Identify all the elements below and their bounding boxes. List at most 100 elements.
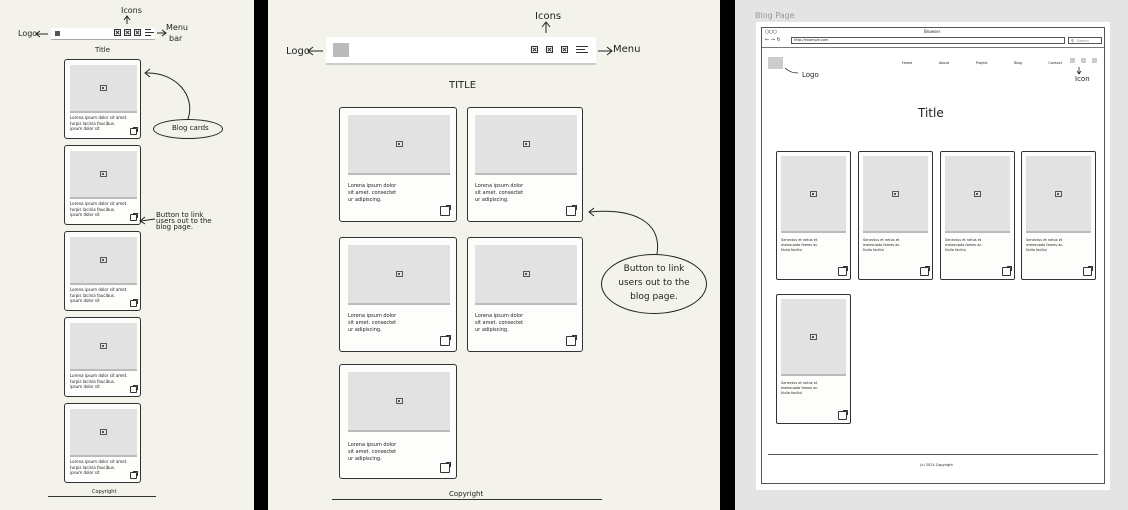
nav-item-blog[interactable]: Blog	[1014, 61, 1022, 65]
image-icon	[395, 271, 403, 277]
blog-card[interactable]: Lorena ipsum dolor sit amet. turpis laci…	[64, 145, 141, 225]
hamburger-menu-icon[interactable]	[576, 46, 588, 53]
page-title: TITLE	[449, 80, 477, 91]
image-icon	[100, 429, 107, 435]
blog-card[interactable]: Lorena ipsum dolor sit amet. turpis laci…	[64, 403, 141, 483]
card-text: Lorena ipsum dolor sit amet. consectet u…	[475, 183, 524, 203]
blog-card[interactable]: Lorena ipsum dolor sit amet. consectet u…	[467, 107, 583, 222]
search-icon: ⚲	[1071, 38, 1074, 43]
logo-placeholder[interactable]	[333, 43, 349, 57]
box-icon[interactable]	[124, 29, 131, 36]
external-link-icon[interactable]	[440, 335, 451, 346]
blog-card[interactable]: Lorena ipsum dolor sit amet. consectet u…	[467, 237, 583, 352]
image-placeholder	[1026, 156, 1091, 233]
blog-card[interactable]: Senectus et netus et malesuada fames ac.…	[1021, 151, 1096, 280]
box-icon[interactable]	[561, 46, 568, 53]
external-link-icon[interactable]	[130, 127, 138, 135]
copyright-text: Copyright	[92, 489, 117, 495]
card-text: Senectus et netus et malesuada fames ac.…	[781, 238, 819, 252]
hamburger-menu-icon[interactable]	[145, 29, 154, 36]
nav-item-project[interactable]: Project	[976, 61, 988, 65]
external-link-icon[interactable]	[130, 471, 138, 479]
external-link-icon[interactable]	[130, 299, 138, 307]
nav-arrows[interactable]: ← → ↻	[765, 37, 781, 43]
logo-placeholder[interactable]	[768, 57, 783, 69]
logo-annotation: Logo	[802, 71, 819, 79]
footer-divider	[768, 454, 1098, 455]
page-title: Title	[918, 106, 944, 120]
blog-card[interactable]: Lorena ipsum dolor sit amet. turpis laci…	[64, 59, 141, 139]
image-placeholder	[945, 156, 1010, 233]
nav-item-contact[interactable]: Contact	[1048, 61, 1062, 65]
tablet-header-bar	[326, 37, 596, 65]
external-link-icon[interactable]	[566, 205, 577, 216]
image-icon	[810, 333, 817, 340]
box-icon[interactable]	[546, 46, 553, 53]
frame-caption: Blog Page	[755, 11, 795, 20]
image-icon	[522, 271, 530, 277]
external-link-icon[interactable]	[130, 385, 138, 393]
image-placeholder	[70, 65, 137, 113]
blog-card[interactable]: Senectus et netus et malesuada fames ac.…	[940, 151, 1015, 280]
blog-cards-annotation: Blog cards	[172, 124, 209, 132]
browser-chrome: ○○○ Browser ← → ↻ http://example.com ⚲ S…	[762, 28, 1104, 48]
nav-item-home[interactable]: Home	[902, 61, 912, 65]
image-placeholder	[781, 299, 846, 376]
blog-card[interactable]: Senectus et netus et malesuada fames ac.…	[858, 151, 933, 280]
card-text: Lorena ipsum dolor sit amet. turpis laci…	[70, 115, 128, 131]
card-text: Senectus et netus et malesuada fames ac.…	[781, 381, 819, 395]
image-icon	[395, 398, 403, 404]
logo-annotation: Logo	[286, 46, 310, 57]
mobile-header-bar	[51, 28, 155, 40]
logo-placeholder[interactable]	[55, 31, 60, 36]
window-controls[interactable]: ○○○	[765, 29, 777, 35]
square-icon[interactable]	[1070, 58, 1075, 63]
search-placeholder: Search	[1077, 39, 1090, 43]
image-placeholder	[348, 372, 450, 432]
search-box[interactable]: ⚲ Search	[1068, 37, 1102, 44]
box-icon[interactable]	[531, 46, 538, 53]
external-link-icon[interactable]	[440, 205, 451, 216]
external-link-icon[interactable]	[838, 266, 848, 276]
menu-annotation: Menu	[166, 23, 188, 32]
external-link-icon[interactable]	[1083, 266, 1093, 276]
menu-bar-annotation: bar	[169, 34, 183, 43]
image-placeholder	[475, 115, 577, 175]
image-icon	[1055, 190, 1062, 197]
blog-card[interactable]: Lorena ipsum dolor sit amet. turpis laci…	[64, 231, 141, 311]
external-link-icon[interactable]	[920, 266, 930, 276]
card-text: Senectus et netus et malesuada fames ac.…	[1026, 238, 1064, 252]
blog-card[interactable]: Lorena ipsum dolor sit amet. consectet u…	[339, 107, 457, 222]
footer-divider	[48, 496, 156, 497]
image-placeholder	[475, 245, 577, 305]
card-text: Senectus et netus et malesuada fames ac.…	[863, 238, 901, 252]
icon-annotation: Icon	[1075, 75, 1090, 83]
external-link-icon[interactable]	[1002, 266, 1012, 276]
image-placeholder	[70, 323, 137, 371]
copyright-text: (c) 2024 Copyright	[920, 463, 953, 467]
external-link-icon[interactable]	[838, 410, 848, 420]
square-icon[interactable]	[1081, 58, 1086, 63]
image-icon	[395, 141, 403, 147]
nav-item-about[interactable]: About	[939, 61, 949, 65]
blog-card[interactable]: Lorena ipsum dolor sit amet. consectet u…	[339, 237, 457, 352]
external-link-icon[interactable]	[130, 213, 138, 221]
image-icon	[100, 171, 107, 177]
image-placeholder	[781, 156, 846, 233]
blog-card[interactable]: Lorena ipsum dolor sit amet. turpis laci…	[64, 317, 141, 397]
top-nav: Home About Project Blog Contact	[902, 61, 1062, 65]
card-text: Lorena ipsum dolor sit amet. turpis laci…	[70, 287, 128, 303]
blog-card[interactable]: Senectus et netus et malesuada fames ac.…	[776, 151, 851, 280]
square-icon[interactable]	[1092, 58, 1097, 63]
blog-card[interactable]: Lorena ipsum dolor sit amet. consectet u…	[339, 364, 457, 479]
url-bar[interactable]: http://example.com	[791, 37, 1065, 44]
box-icon[interactable]	[134, 29, 141, 36]
blog-card[interactable]: Senectus et netus et malesuada fames ac.…	[776, 294, 851, 424]
image-placeholder	[70, 151, 137, 199]
icons-annotation: Icons	[535, 11, 562, 22]
menu-annotation: Menu	[613, 44, 641, 55]
card-text: Lorena ipsum dolor sit amet. consectet u…	[348, 313, 397, 333]
external-link-icon[interactable]	[566, 335, 577, 346]
box-icon[interactable]	[114, 29, 121, 36]
external-link-icon[interactable]	[440, 462, 451, 473]
